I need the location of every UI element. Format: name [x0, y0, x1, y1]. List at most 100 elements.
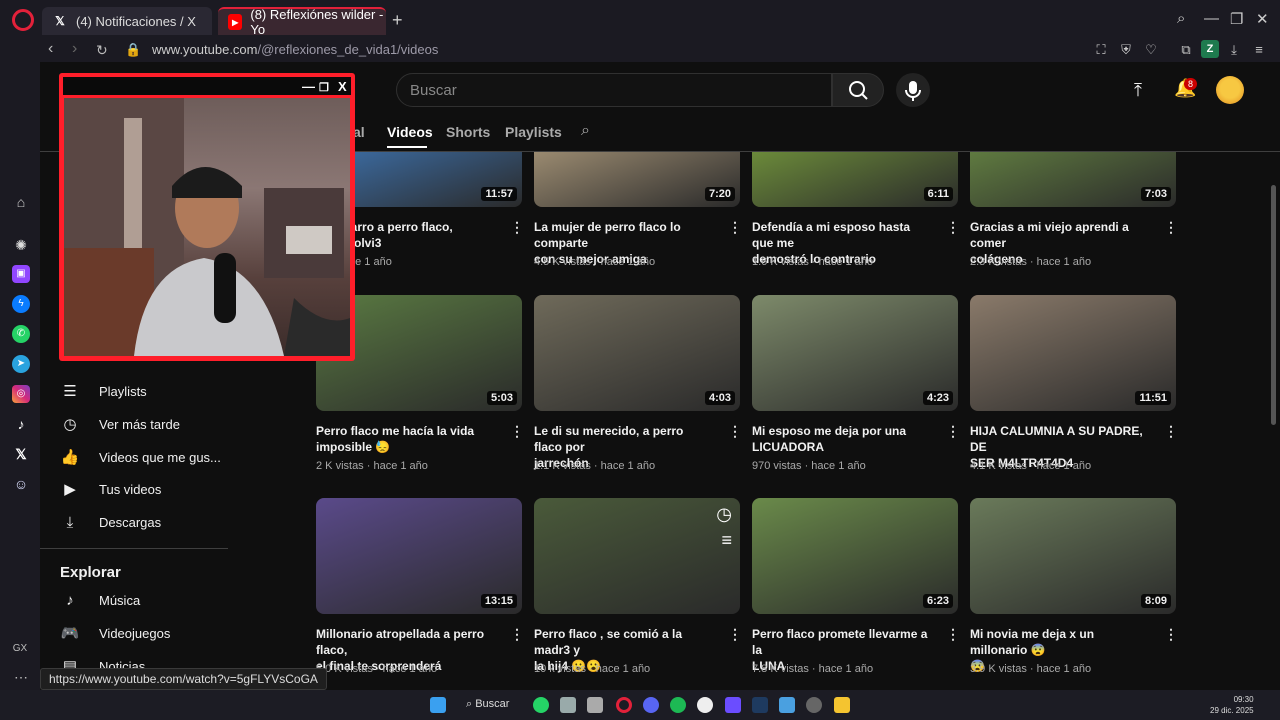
more-options-icon[interactable]: ⋮	[728, 219, 742, 236]
voice-search-button[interactable]	[896, 73, 930, 107]
upload-icon[interactable]: ⤒	[1134, 80, 1142, 101]
url-field[interactable]: www.youtube.com/@reflexiones_de_vida1/vi…	[152, 42, 438, 57]
video-thumbnail[interactable]: 6:23	[752, 498, 958, 614]
shield-icon[interactable]: ⛨	[1118, 42, 1134, 58]
menu-item-gaming[interactable]: 🎮 Videojuegos	[60, 618, 240, 648]
webcam-overlay[interactable]: — ❐ X	[59, 73, 355, 361]
tab-playlists[interactable]: Playlists	[505, 124, 562, 140]
close-window-button[interactable]: ✕	[1256, 10, 1269, 28]
menu-item-downloads[interactable]: ⤓ Descargas	[60, 507, 240, 537]
video-title[interactable]: Mi esposo me deja por una LICUADORA	[752, 423, 932, 455]
restore-button[interactable]: ❐	[1230, 10, 1243, 28]
minimize-icon[interactable]: —	[302, 79, 315, 94]
minimize-button[interactable]: —	[1204, 10, 1219, 27]
whatsapp-taskbar-icon[interactable]	[533, 697, 549, 713]
whatsapp-icon[interactable]: ✆	[12, 325, 30, 343]
windows-start-icon[interactable]	[430, 697, 446, 713]
channel-search-icon[interactable]: ⌕	[581, 122, 590, 140]
menu-item-music[interactable]: ♪ Música	[60, 585, 240, 615]
video-duration: 6:11	[923, 187, 953, 201]
gx-label[interactable]: GX	[8, 640, 32, 658]
video-thumbnail[interactable]: 4:23	[752, 295, 958, 411]
more-options-icon[interactable]: ⋮	[946, 626, 960, 643]
more-options-icon[interactable]: ⋮	[946, 423, 960, 440]
search-tabs-icon[interactable]: ⌕	[1177, 10, 1185, 27]
tab-x-notifications[interactable]: 𝕏 (4) Notificaciones / X	[42, 7, 212, 35]
chatgpt-icon[interactable]: ✺	[12, 236, 30, 254]
file-explorer-taskbar-icon[interactable]	[834, 697, 850, 713]
video-thumbnail[interactable]: ◷ ≡	[534, 498, 740, 614]
reload-button[interactable]: ↻	[96, 42, 108, 59]
search-input[interactable]: Buscar	[396, 73, 832, 107]
menu-item-playlists[interactable]: ☰ Playlists	[60, 376, 240, 406]
menu-divider	[40, 548, 228, 549]
tab-videos[interactable]: Videos	[387, 124, 433, 140]
video-title[interactable]: Perro flaco me hacía la vida imposible 😓	[316, 423, 496, 455]
video-thumbnail[interactable]: 8:09	[970, 498, 1176, 614]
heart-icon[interactable]: ♡	[1143, 42, 1159, 58]
telegram-icon[interactable]: ➤	[12, 355, 30, 373]
profile-badge[interactable]: Z	[1201, 40, 1219, 58]
more-options-icon[interactable]: ⋮	[728, 626, 742, 643]
more-options-icon[interactable]: ⋮	[728, 423, 742, 440]
more-options-icon[interactable]: ⋮	[946, 219, 960, 236]
video-thumbnail[interactable]: 4:03	[534, 295, 740, 411]
restore-icon[interactable]: ❐	[319, 81, 329, 94]
video-thumbnail[interactable]: 13:15	[316, 498, 522, 614]
scrollbar[interactable]	[1271, 185, 1276, 425]
add-to-queue-icon[interactable]: ≡	[721, 530, 732, 551]
video-meta: 4.1 K vistas · hace 1 año	[970, 460, 1092, 472]
forward-button[interactable]: ›	[72, 40, 77, 58]
workspace-icon[interactable]: ⌂	[12, 193, 30, 211]
instagram-icon[interactable]: ◎	[12, 385, 30, 403]
more-options-icon[interactable]: ⋮	[510, 219, 524, 236]
grid-app-taskbar-icon[interactable]	[725, 697, 741, 713]
photos-taskbar-icon[interactable]	[779, 697, 795, 713]
more-icon[interactable]: ⋯	[12, 668, 30, 686]
menu-icon[interactable]: ≡	[1251, 42, 1267, 58]
system-clock[interactable]: 09:30 29 dic. 2025	[1210, 694, 1254, 716]
close-icon[interactable]: X	[338, 79, 347, 94]
menu-item-liked[interactable]: 👍 Videos que me gus...	[60, 442, 240, 472]
x-icon[interactable]: 𝕏	[12, 445, 30, 463]
discord-taskbar-icon[interactable]	[643, 697, 659, 713]
new-tab-button[interactable]: +	[392, 10, 403, 31]
video-thumbnail[interactable]: 11:51	[970, 295, 1176, 411]
video-thumbnail[interactable]: 7:03	[970, 152, 1176, 207]
browser-tab-bar: 𝕏 (4) Notificaciones / X ▶ (8) Reflexión…	[0, 0, 1280, 38]
tab-youtube[interactable]: ▶ (8) Reflexiónes wilder - Yo	[218, 7, 386, 37]
menu-item-your-videos[interactable]: ▶ Tus videos	[60, 474, 240, 504]
menu-item-watch-later[interactable]: ◷ Ver más tarde	[60, 409, 240, 439]
download-icon[interactable]: ⤓	[1226, 42, 1242, 58]
more-options-icon[interactable]: ⋮	[1164, 626, 1178, 643]
snapshot-icon[interactable]: ⛶	[1093, 42, 1109, 58]
video-meta: 970 vistas · hace 1 año	[752, 460, 866, 472]
notification-count: 8	[1184, 78, 1198, 90]
more-options-icon[interactable]: ⋮	[510, 423, 524, 440]
app-taskbar-icon[interactable]	[697, 697, 713, 713]
twitch-icon[interactable]: ▣	[12, 265, 30, 283]
opera-logo-icon[interactable]	[12, 9, 34, 31]
back-button[interactable]: ‹	[48, 40, 53, 58]
search-button[interactable]	[832, 73, 884, 107]
taskbar-search[interactable]: ⌕ Buscar	[466, 698, 509, 711]
avatar[interactable]	[1216, 76, 1244, 104]
opera-taskbar-icon[interactable]	[616, 697, 632, 713]
tiktok-icon[interactable]: ♪	[12, 415, 30, 433]
obs-taskbar-icon[interactable]	[806, 697, 822, 713]
discord-icon[interactable]: ☺	[12, 475, 30, 493]
watch-later-icon[interactable]: ◷	[716, 504, 732, 525]
video-thumbnail[interactable]: 7:20	[534, 152, 740, 207]
terminal-taskbar-icon[interactable]	[752, 697, 768, 713]
calendar-taskbar-icon[interactable]	[560, 697, 576, 713]
extensions-icon[interactable]: ⧉	[1178, 42, 1194, 58]
spotify-taskbar-icon[interactable]	[670, 697, 686, 713]
tab-shorts[interactable]: Shorts	[446, 124, 490, 140]
mail-taskbar-icon[interactable]	[587, 697, 603, 713]
video-thumbnail[interactable]: 6:11	[752, 152, 958, 207]
more-options-icon[interactable]: ⋮	[1164, 219, 1178, 236]
more-options-icon[interactable]: ⋮	[510, 626, 524, 643]
menu-label: Ver más tarde	[99, 416, 180, 432]
messenger-icon[interactable]: ϟ	[12, 295, 30, 313]
more-options-icon[interactable]: ⋮	[1164, 423, 1178, 440]
